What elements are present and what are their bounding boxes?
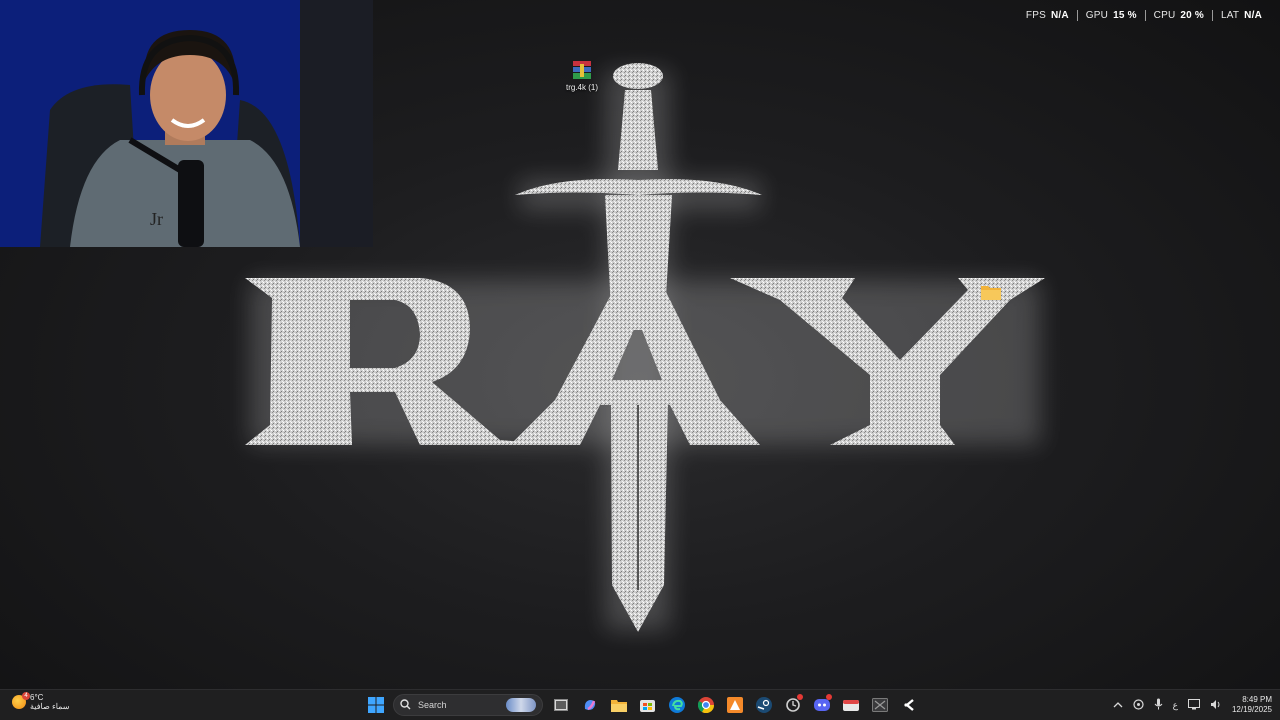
webcam-overlay: Jr bbox=[0, 0, 373, 247]
red-app-icon bbox=[842, 699, 859, 711]
language-indicator[interactable]: ع bbox=[1173, 700, 1178, 711]
desktop-icon-folder[interactable] bbox=[967, 282, 1015, 305]
desktop: trg.4k (1) Jr FPS N/A GPU 15 % CPU 20 % … bbox=[0, 0, 1280, 690]
store-button[interactable] bbox=[636, 693, 659, 716]
lat-stat: LAT N/A bbox=[1213, 10, 1270, 21]
task-view-button[interactable] bbox=[549, 693, 572, 716]
notification-dot bbox=[797, 694, 803, 700]
edge-button[interactable] bbox=[665, 693, 688, 716]
microphone-icon[interactable] bbox=[1154, 698, 1163, 712]
chevron-up-icon[interactable] bbox=[1113, 700, 1123, 710]
gamepad-app-button[interactable] bbox=[897, 693, 920, 716]
volume-icon[interactable] bbox=[1210, 699, 1222, 712]
steam-button[interactable] bbox=[752, 693, 775, 716]
search-highlight-icon bbox=[506, 697, 536, 712]
svg-text:Jr: Jr bbox=[150, 209, 163, 229]
store-icon bbox=[640, 700, 655, 712]
copilot-icon bbox=[584, 699, 595, 710]
search-icon bbox=[400, 699, 411, 710]
taskbar-search[interactable]: Search bbox=[393, 693, 543, 716]
triangle-app-button[interactable] bbox=[723, 693, 746, 716]
weather-temp: 6°C bbox=[30, 693, 44, 702]
clock[interactable]: 8:49 PM 12/19/2025 bbox=[1232, 695, 1272, 715]
clock-date: 12/19/2025 bbox=[1231, 705, 1272, 714]
gamepad-app-icon bbox=[903, 698, 914, 711]
performance-overlay: FPS N/A GPU 15 % CPU 20 % LAT N/A bbox=[1018, 10, 1270, 21]
box-app-icon bbox=[871, 697, 888, 712]
fps-stat: FPS N/A bbox=[1018, 10, 1077, 21]
taskbar: 4 6°C سماء صافية Search ع 8:49 PM 12/19/… bbox=[0, 689, 1280, 720]
gpu-value: 15 % bbox=[1113, 10, 1137, 21]
start-button[interactable] bbox=[364, 693, 387, 716]
task-view-icon bbox=[553, 698, 568, 711]
weather-badge: 4 bbox=[22, 692, 30, 700]
cpu-value: 20 % bbox=[1180, 10, 1204, 21]
cpu-stat: CPU 20 % bbox=[1146, 10, 1212, 21]
chrome-button[interactable] bbox=[694, 693, 717, 716]
weather-widget[interactable]: 4 6°C سماء صافية bbox=[12, 692, 70, 711]
fps-value: N/A bbox=[1050, 10, 1069, 21]
fps-label: FPS bbox=[1025, 10, 1046, 21]
lat-value: N/A bbox=[1244, 10, 1262, 21]
refresh-app-button[interactable] bbox=[781, 693, 804, 716]
discord-button[interactable] bbox=[810, 693, 833, 716]
red-app-button[interactable] bbox=[839, 693, 862, 716]
gpu-label: GPU bbox=[1085, 10, 1109, 21]
folder-icon bbox=[981, 286, 1001, 300]
tray-app-icon[interactable] bbox=[1132, 698, 1144, 712]
gpu-stat: GPU 15 % bbox=[1078, 10, 1145, 21]
clock-time: 8:49 PM bbox=[1242, 695, 1272, 704]
winrar-archive-icon bbox=[573, 61, 591, 79]
weather-condition: سماء صافية bbox=[30, 702, 70, 711]
folder-icon bbox=[610, 699, 627, 712]
chrome-icon bbox=[697, 696, 714, 713]
triangle-app-icon bbox=[726, 696, 743, 713]
steam-icon bbox=[755, 696, 772, 713]
notification-dot bbox=[826, 694, 832, 700]
file-explorer-button[interactable] bbox=[607, 693, 630, 716]
lat-label: LAT bbox=[1220, 10, 1240, 21]
box-app-button[interactable] bbox=[868, 693, 891, 716]
streamer-webcam-image: Jr bbox=[0, 0, 373, 247]
windows-start-icon bbox=[367, 696, 384, 713]
weather-sun-icon: 4 bbox=[12, 692, 30, 709]
cpu-label: CPU bbox=[1153, 10, 1176, 21]
copilot-button[interactable] bbox=[578, 693, 601, 716]
edge-icon bbox=[668, 696, 685, 713]
desktop-icon-label: trg.4k (1) bbox=[565, 83, 598, 92]
network-icon[interactable] bbox=[1187, 698, 1200, 712]
taskbar-apps: Search bbox=[364, 693, 920, 716]
system-tray: ع 8:49 PM 12/19/2025 bbox=[1113, 690, 1272, 720]
search-placeholder: Search bbox=[418, 699, 447, 710]
desktop-icon-trg-archive[interactable]: trg.4k (1) bbox=[558, 60, 606, 92]
